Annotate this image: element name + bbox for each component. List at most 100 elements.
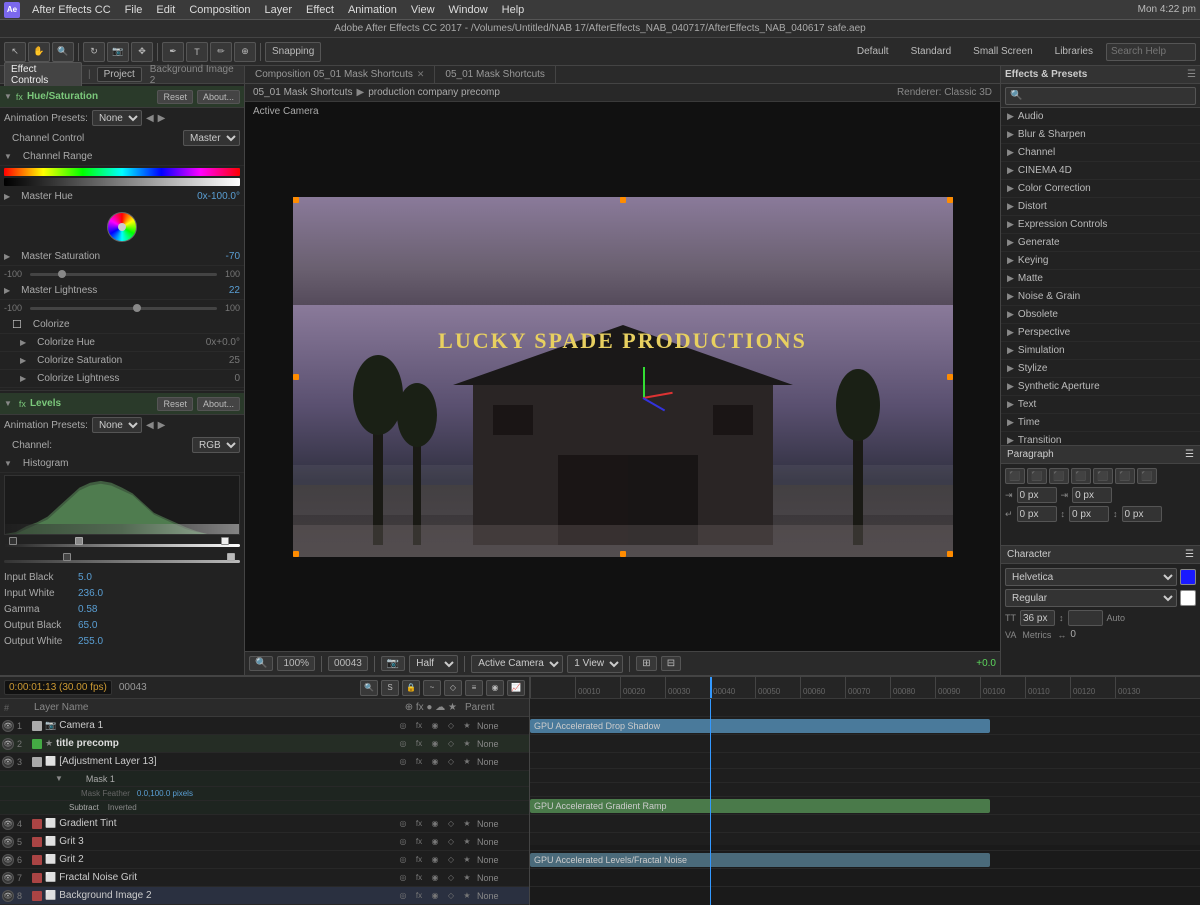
saturation-slider[interactable] — [26, 268, 221, 280]
snapping-toggle[interactable]: Snapping — [265, 42, 321, 62]
levels-white-thumb[interactable] — [221, 537, 229, 545]
clone-tool[interactable]: ⊕ — [234, 42, 256, 62]
layer-6-name[interactable]: Grit 2 — [59, 854, 393, 865]
mask-feather-value[interactable]: 0.0,100.0 pixels — [137, 789, 193, 798]
levels-gamma-thumb[interactable] — [75, 537, 83, 545]
layer-4-quality[interactable]: ★ — [460, 817, 474, 831]
effect-cat-keying[interactable]: ▶ Keying — [1001, 252, 1200, 270]
frame-display[interactable]: 00043 — [328, 656, 368, 671]
viewer-canvas[interactable]: LUCKY SPADE PRODUCTIONS — [293, 197, 953, 557]
indent-input-3[interactable] — [1017, 506, 1057, 522]
camera-select[interactable]: Active Camera — [471, 655, 563, 673]
output-black-value[interactable]: 65.0 — [78, 620, 97, 631]
input-black-value[interactable]: 5.0 — [78, 572, 92, 583]
playhead[interactable] — [710, 677, 712, 698]
layer-8-collapse[interactable]: ◇ — [444, 889, 458, 903]
colorize-saturation-value[interactable]: 25 — [180, 355, 240, 366]
hs-prev-preset[interactable]: ◀ — [146, 113, 154, 124]
align-justify-last-left-btn[interactable]: ⬛ — [1093, 468, 1113, 484]
effect-cat-obsolete[interactable]: ▶ Obsolete — [1001, 306, 1200, 324]
effect-cat-cinema4d[interactable]: ▶ CINEMA 4D — [1001, 162, 1200, 180]
tl-shy-btn[interactable]: ~ — [423, 680, 441, 696]
paragraph-menu[interactable]: ☰ — [1185, 449, 1194, 460]
track-bar-7[interactable]: GPU Accelerated Levels/Fractal Noise — [530, 853, 990, 867]
layer-4-fx[interactable]: fx — [412, 817, 426, 831]
layer-7-solo[interactable]: ◎ — [396, 871, 410, 885]
layer-1-collapse[interactable]: ◇ — [444, 719, 458, 733]
master-hue-expand[interactable]: ▶ — [4, 192, 10, 201]
layer-4-parent[interactable]: None — [477, 819, 527, 829]
align-justify-last-center-btn[interactable]: ⬛ — [1115, 468, 1135, 484]
levels-output-slider[interactable] — [4, 555, 240, 567]
brush-tool[interactable]: ✏ — [210, 42, 232, 62]
track-4[interactable]: GPU Accelerated Gradient Ramp — [530, 797, 1200, 815]
effect-cat-generate[interactable]: ▶ Generate — [1001, 234, 1200, 252]
levels-next-preset[interactable]: ▶ — [158, 420, 166, 431]
hs-presets-select[interactable]: None — [92, 110, 142, 126]
effect-cat-noise[interactable]: ▶ Noise & Grain — [1001, 288, 1200, 306]
levels-out-white-thumb[interactable] — [227, 553, 235, 561]
effect-cat-expression[interactable]: ▶ Expression Controls — [1001, 216, 1200, 234]
frame-display[interactable]: 00043 — [119, 682, 147, 693]
layer-8-name[interactable]: Background Image 2 — [59, 890, 393, 901]
layer-8-vis[interactable]: 👁 — [2, 890, 14, 902]
guides-btn[interactable]: ⊟ — [661, 656, 681, 671]
tracking-value[interactable]: 0 — [1070, 629, 1076, 640]
layer-2-quality[interactable]: ★ — [460, 737, 474, 751]
tl-lock-btn[interactable]: 🔒 — [402, 680, 420, 696]
levels-reset-btn[interactable]: Reset — [157, 397, 193, 411]
layer-6-quality[interactable]: ★ — [460, 853, 474, 867]
leading-input[interactable] — [1068, 610, 1103, 626]
character-menu[interactable]: ☰ — [1185, 549, 1194, 560]
magnifier-icon[interactable]: 🔍 — [249, 656, 273, 671]
layer-5-parent[interactable]: None — [477, 837, 527, 847]
layer-3-collapse[interactable]: ◇ — [444, 755, 458, 769]
layer-1-quality[interactable]: ★ — [460, 719, 474, 733]
layer-6-fx[interactable]: fx — [412, 853, 426, 867]
layer-6-mb[interactable]: ◉ — [428, 853, 442, 867]
layer-2-vis[interactable]: 👁 — [2, 738, 14, 750]
layer-1-mb[interactable]: ◉ — [428, 719, 442, 733]
hs-channel-select[interactable]: Master — [183, 130, 240, 146]
layer-5-solo[interactable]: ◎ — [396, 835, 410, 849]
hs-about-btn[interactable]: About... — [197, 90, 240, 104]
layout-standard[interactable]: Standard — [902, 44, 961, 59]
layer-5-vis[interactable]: 👁 — [2, 836, 14, 848]
effect-cat-synthetic[interactable]: ▶ Synthetic Aperture — [1001, 378, 1200, 396]
layer-3-quality[interactable]: ★ — [460, 755, 474, 769]
layer-5-name[interactable]: Grit 3 — [59, 836, 393, 847]
layer-7-mb[interactable]: ◉ — [428, 871, 442, 885]
layer-4-mb[interactable]: ◉ — [428, 817, 442, 831]
mask-expand[interactable]: ▼ — [55, 774, 63, 783]
ch-expand[interactable]: ▶ — [20, 338, 26, 347]
hs-channel-range-expand[interactable]: ▼ — [4, 152, 12, 161]
layer-1-solo[interactable]: ◎ — [396, 719, 410, 733]
help-search-box[interactable] — [1106, 43, 1196, 61]
font-size-input[interactable] — [1020, 610, 1055, 626]
layer-2-mb[interactable]: ◉ — [428, 737, 442, 751]
layer-3-parent[interactable]: None — [477, 757, 527, 767]
grid-btn[interactable]: ⊞ — [636, 656, 656, 671]
effect-cat-audio[interactable]: ▶ Audio — [1001, 108, 1200, 126]
menu-help[interactable]: Help — [496, 3, 531, 17]
tl-search-btn[interactable]: 🔍 — [360, 680, 378, 696]
tl-motionblur-btn[interactable]: ◉ — [486, 680, 504, 696]
align-center-btn[interactable]: ⬛ — [1027, 468, 1047, 484]
layer-6-vis[interactable]: 👁 — [2, 854, 14, 866]
layer-3-name[interactable]: [Adjustment Layer 13] — [59, 756, 393, 767]
layer-7-fx[interactable]: fx — [412, 871, 426, 885]
layer-1-name[interactable]: Camera 1 — [59, 720, 393, 731]
menu-layer[interactable]: Layer — [259, 3, 299, 17]
layout-default[interactable]: Default — [848, 44, 898, 59]
menu-window[interactable]: Window — [443, 3, 494, 17]
sat-thumb[interactable] — [58, 270, 66, 278]
menu-effect[interactable]: Effect — [300, 3, 340, 17]
zoom-level[interactable]: 100% — [277, 656, 315, 671]
layer-7-name[interactable]: Fractal Noise Grit — [59, 872, 393, 883]
layer-8-parent[interactable]: None — [477, 891, 527, 901]
layer-8-mb[interactable]: ◉ — [428, 889, 442, 903]
layer-3-mb[interactable]: ◉ — [428, 755, 442, 769]
comp-tab-project[interactable]: 05_01 Mask Shortcuts — [435, 66, 556, 83]
menu-animation[interactable]: Animation — [342, 3, 403, 17]
layer-3-vis[interactable]: 👁 — [2, 756, 14, 768]
